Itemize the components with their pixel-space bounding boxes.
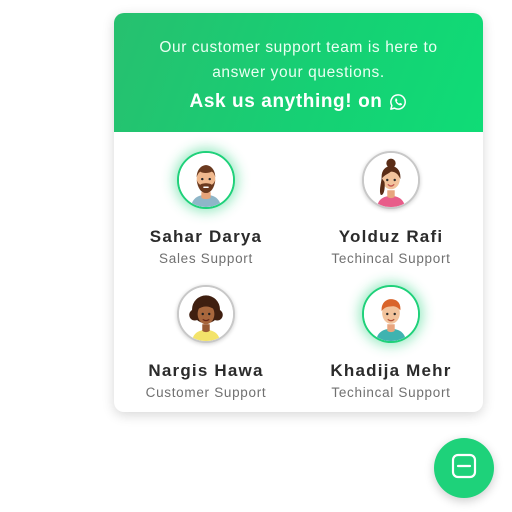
widget-header: Our customer support team is here to ans… [114, 13, 483, 132]
agent-role: Customer Support [145, 385, 267, 400]
agent-name: Khadija Mehr [330, 361, 452, 380]
cta-heading: Ask us anything! on [114, 91, 483, 113]
agents-grid: Sahar Darya Sales Support Yolduz Rafi Te… [114, 132, 483, 412]
intro-line-1: Our customer support team is here to [159, 39, 438, 56]
agent-card-yolduz-rafi[interactable]: Yolduz Rafi Techincal Support [299, 151, 483, 266]
agent-card-nargis-hawa[interactable]: Nargis Hawa Customer Support [114, 285, 298, 400]
support-widget: Our customer support team is here to ans… [114, 13, 483, 412]
page: Our customer support team is here to ans… [0, 0, 512, 512]
chat-toggle-icon [451, 453, 477, 484]
agent-name: Sahar Darya [149, 227, 263, 246]
agent-name: Yolduz Rafi [338, 227, 444, 246]
young-man-avatar [362, 285, 420, 343]
agent-card-khadija-mehr[interactable]: Khadija Mehr Techincal Support [299, 285, 483, 400]
bearded-man-avatar [177, 151, 235, 209]
agent-card-sahar-darya[interactable]: Sahar Darya Sales Support [114, 151, 298, 266]
agent-role: Techincal Support [331, 251, 451, 266]
curly-hair-woman-avatar [177, 285, 235, 343]
whatsapp-icon [389, 93, 407, 111]
cta-text: Ask us anything! on [189, 91, 383, 112]
chat-toggle-button[interactable] [434, 438, 494, 498]
agent-role: Sales Support [159, 251, 253, 266]
woman-bun-avatar [362, 151, 420, 209]
intro-line-2: answer your questions. [212, 64, 385, 81]
agent-role: Techincal Support [331, 385, 451, 400]
agent-name: Nargis Hawa [148, 361, 264, 380]
